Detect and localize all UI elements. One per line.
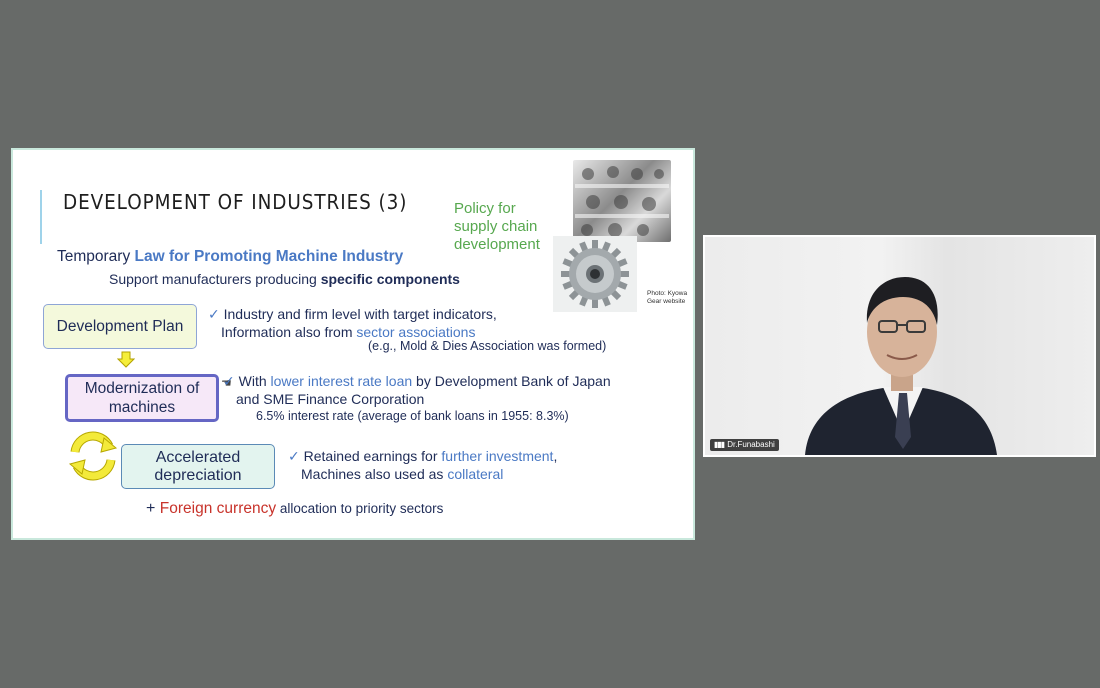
accelerated-depreciation-box: Accelerated depreciation bbox=[121, 444, 275, 489]
shared-slide: DEVELOPMENT OF INDUSTRIES (3) Policy for… bbox=[11, 148, 695, 540]
check-icon: ✓ bbox=[208, 306, 220, 322]
check-icon: ✓ bbox=[223, 373, 235, 389]
participant-name-tag: ▮▮▮ Dr.Funabashi bbox=[710, 439, 779, 451]
development-plan-box: Development Plan bbox=[43, 304, 197, 349]
bullet-accelerated: ✓ Retained earnings for further investme… bbox=[288, 448, 558, 482]
title-accent-bar bbox=[40, 190, 42, 244]
foreign-currency-line: + Foreign currency allocation to priorit… bbox=[146, 500, 444, 517]
bullet-modernization: ✓ With lower interest rate loan by Devel… bbox=[223, 373, 611, 407]
photo-credit: Photo: Kyowa Gear website bbox=[647, 290, 688, 305]
check-icon: ✓ bbox=[288, 448, 300, 464]
participant-video-tile[interactable]: ▮▮▮ Dr.Funabashi bbox=[703, 235, 1096, 457]
slide-title: DEVELOPMENT OF INDUSTRIES (3) bbox=[63, 190, 408, 214]
bullet-development-plan: ✓ Industry and firm level with target in… bbox=[208, 306, 497, 340]
policy-note: Policy for supply chain development bbox=[454, 200, 540, 253]
support-line: Support manufacturers producing specific… bbox=[109, 271, 460, 287]
signal-bars-icon: ▮▮▮ bbox=[714, 440, 725, 449]
down-arrow-icon bbox=[117, 351, 135, 368]
cycle-arrows-icon bbox=[68, 431, 118, 481]
participant-video: ▮▮▮ Dr.Funabashi bbox=[705, 237, 1094, 455]
example-note: (e.g., Mold & Dies Association was forme… bbox=[368, 339, 607, 353]
participant-avatar bbox=[805, 277, 997, 455]
gear-photo bbox=[553, 236, 637, 312]
interest-rate-note: 6.5% interest rate (average of bank loan… bbox=[256, 409, 569, 423]
metal-parts-photo bbox=[573, 160, 671, 242]
modernization-box: Modernization of machines bbox=[65, 374, 219, 422]
law-name: Law for Promoting Machine Industry bbox=[134, 248, 404, 265]
law-heading: Temporary Law for Promoting Machine Indu… bbox=[57, 248, 404, 265]
